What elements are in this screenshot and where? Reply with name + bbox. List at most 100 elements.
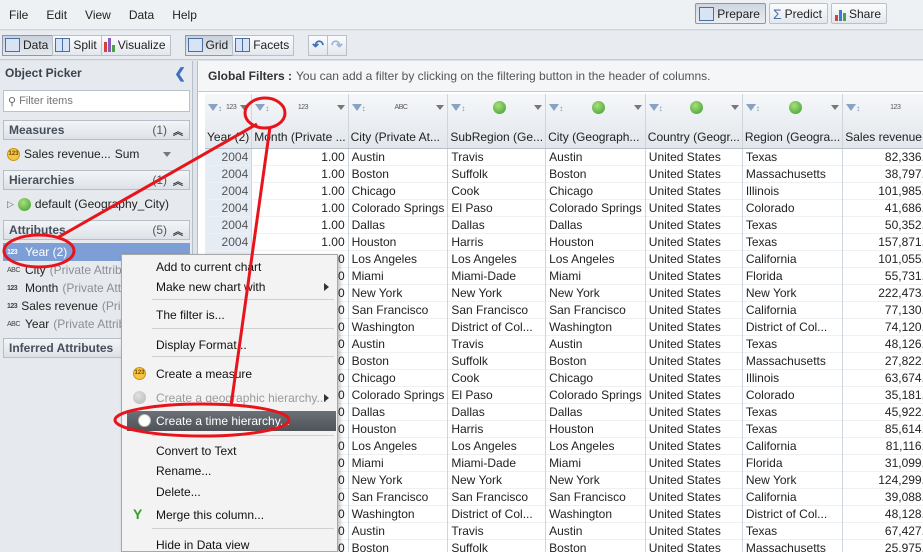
table-cell[interactable]: 2004 <box>205 148 253 165</box>
table-cell[interactable]: San Francisco <box>348 488 449 505</box>
table-cell[interactable]: Dallas <box>447 403 547 420</box>
table-cell[interactable]: Travis <box>447 335 547 352</box>
prepare-button[interactable]: Prepare <box>695 3 766 24</box>
table-cell[interactable]: District of Col... <box>742 318 844 335</box>
table-cell[interactable]: Houston <box>545 233 646 250</box>
column-header[interactable]: ↕ City (Geograph... <box>545 94 646 149</box>
chevron-down-icon[interactable] <box>534 104 543 110</box>
table-cell[interactable]: Illinois <box>742 369 844 386</box>
table-cell[interactable]: Miami <box>348 267 449 284</box>
table-cell[interactable]: United States <box>645 386 743 403</box>
table-cell[interactable]: Austin <box>545 148 646 165</box>
table-cell[interactable]: 55,731.50 <box>842 267 923 284</box>
context-menu-item[interactable]: Convert to Text <box>122 441 337 461</box>
filter-icon[interactable]: ↕ <box>208 100 222 114</box>
filter-icon[interactable]: ↕ <box>255 100 269 114</box>
table-cell[interactable]: Miami <box>545 454 646 471</box>
measure-item[interactable]: 123 Sales revenue... Sum <box>3 145 190 163</box>
table-cell[interactable]: United States <box>645 403 743 420</box>
table-cell[interactable]: 124,299.80 <box>842 471 923 488</box>
table-cell[interactable]: Chicago <box>348 369 449 386</box>
table-cell[interactable]: Boston <box>348 165 449 182</box>
filter-icon[interactable]: ↕ <box>846 100 860 114</box>
split-view-button[interactable]: Split <box>52 34 102 56</box>
chevron-down-icon[interactable] <box>240 104 249 110</box>
table-cell[interactable]: El Paso <box>447 386 547 403</box>
chevron-down-icon[interactable] <box>831 104 840 110</box>
menu-data[interactable]: Data <box>120 0 163 30</box>
table-cell[interactable]: Los Angeles <box>447 250 547 267</box>
context-menu-item[interactable]: Y Merge this column... <box>122 505 337 525</box>
context-menu-item[interactable]: The filter is... <box>122 305 337 325</box>
table-cell[interactable]: 81,116.00 <box>842 437 923 454</box>
table-cell[interactable]: California <box>742 250 844 267</box>
table-cell[interactable]: 101,055.80 <box>842 250 923 267</box>
table-cell[interactable]: United States <box>645 267 743 284</box>
table-cell[interactable]: United States <box>645 437 743 454</box>
table-cell[interactable]: Florida <box>742 454 844 471</box>
filter-icon[interactable]: ↕ <box>351 100 366 114</box>
hierarchies-section-header[interactable]: Hierarchies (1) ︽ <box>3 170 190 190</box>
table-cell[interactable]: 2004 <box>205 216 253 233</box>
table-cell[interactable]: Colorado <box>742 199 844 216</box>
context-menu-item[interactable]: Create a time hierarchy... <box>127 411 336 431</box>
share-button[interactable]: Share <box>830 3 887 24</box>
table-cell[interactable]: San Francisco <box>447 488 547 505</box>
table-cell[interactable]: United States <box>645 301 743 318</box>
table-cell[interactable]: Texas <box>742 420 844 437</box>
column-header[interactable]: ↕ Country (Geogr... <box>645 94 743 149</box>
table-cell[interactable]: 82,336.70 <box>842 148 923 165</box>
table-cell[interactable]: Houston <box>348 233 449 250</box>
table-cell[interactable]: 50,352.10 <box>842 216 923 233</box>
table-cell[interactable]: San Francisco <box>545 301 646 318</box>
table-cell[interactable]: 25,975.20 <box>842 539 923 552</box>
filter-icon[interactable]: ↕ <box>451 100 465 114</box>
table-cell[interactable]: 222,473.80 <box>842 284 923 301</box>
grid-button[interactable]: Grid <box>184 34 234 56</box>
table-cell[interactable]: United States <box>645 318 743 335</box>
table-cell[interactable]: Texas <box>742 216 844 233</box>
table-cell[interactable]: United States <box>645 454 743 471</box>
table-cell[interactable]: 77,130.60 <box>842 301 923 318</box>
table-cell[interactable]: New York <box>545 284 646 301</box>
table-cell[interactable]: United States <box>645 284 743 301</box>
table-cell[interactable]: San Francisco <box>545 488 646 505</box>
table-cell[interactable]: Boston <box>545 539 646 552</box>
table-cell[interactable]: United States <box>645 352 743 369</box>
menu-file[interactable]: File <box>0 0 37 30</box>
column-header[interactable]: ↕ 123 Year (2) <box>205 94 253 149</box>
table-cell[interactable]: Washington <box>348 505 449 522</box>
table-cell[interactable]: 38,797.60 <box>842 165 923 182</box>
table-cell[interactable]: Harris <box>447 420 547 437</box>
table-cell[interactable]: 2004 <box>205 233 253 250</box>
table-cell[interactable]: 1.00 <box>251 199 349 216</box>
table-cell[interactable]: New York <box>742 284 844 301</box>
table-cell[interactable]: 39,088.50 <box>842 488 923 505</box>
table-cell[interactable]: 45,922.30 <box>842 403 923 420</box>
table-cell[interactable]: Colorado Springs <box>545 386 646 403</box>
table-cell[interactable]: 1.00 <box>251 233 349 250</box>
menu-view[interactable]: View <box>76 0 120 30</box>
table-cell[interactable]: Los Angeles <box>545 250 646 267</box>
table-cell[interactable]: Cook <box>447 182 547 199</box>
data-view-button[interactable]: Data <box>2 34 54 56</box>
table-cell[interactable]: El Paso <box>447 199 547 216</box>
table-cell[interactable]: California <box>742 437 844 454</box>
column-header[interactable]: ↕ ABC City (Private At... <box>348 94 449 149</box>
table-cell[interactable]: Chicago <box>545 182 646 199</box>
table-cell[interactable]: 41,686.80 <box>842 199 923 216</box>
table-cell[interactable]: 48,126.20 <box>842 335 923 352</box>
table-cell[interactable]: Colorado Springs <box>348 199 449 216</box>
filter-icon[interactable]: ↕ <box>549 100 563 114</box>
table-cell[interactable]: New York <box>348 284 449 301</box>
table-cell[interactable]: United States <box>645 199 743 216</box>
chevron-down-icon[interactable] <box>336 104 345 110</box>
context-menu-item[interactable]: Delete... <box>122 482 337 502</box>
chevron-down-icon[interactable] <box>633 104 642 110</box>
table-cell[interactable]: Washington <box>348 318 449 335</box>
filter-icon[interactable]: ↕ <box>648 100 663 114</box>
table-cell[interactable]: 1.00 <box>251 165 349 182</box>
table-cell[interactable]: 1.00 <box>251 182 349 199</box>
column-header[interactable]: ↕ 123 Month (Private ... <box>251 94 349 149</box>
table-cell[interactable]: Austin <box>348 335 449 352</box>
